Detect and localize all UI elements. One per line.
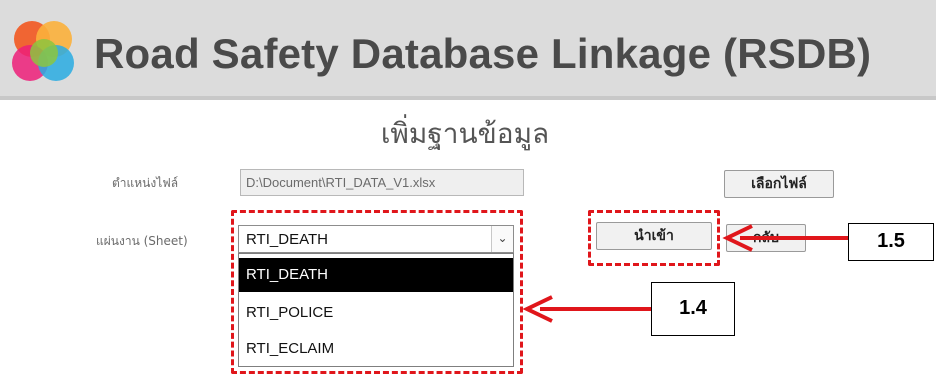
choose-file-button[interactable]: เลือกไฟล์ xyxy=(724,170,834,198)
callout-1-5: 1.5 xyxy=(848,223,934,261)
sheet-label: แผ่นงาน (Sheet) xyxy=(96,234,188,248)
file-path-input[interactable]: D:\Document\RTI_DATA_V1.xlsx xyxy=(240,169,524,196)
header-divider xyxy=(0,96,936,100)
import-highlight-box xyxy=(588,210,720,266)
colorful-circle-logo-icon xyxy=(12,21,74,81)
dropdown-highlight-box xyxy=(231,210,523,374)
page-title: เพิ่มฐานข้อมูล xyxy=(380,117,550,150)
file-location-label: ตำแหน่งไฟล์ xyxy=(112,176,179,190)
app-title: Road Safety Database Linkage (RSDB) xyxy=(94,30,872,77)
callout-1-4: 1.4 xyxy=(651,282,735,336)
app-header: Road Safety Database Linkage (RSDB) xyxy=(0,0,936,96)
arrow-to-dropdown-icon xyxy=(522,295,652,323)
back-button[interactable]: กลับ xyxy=(726,224,806,252)
